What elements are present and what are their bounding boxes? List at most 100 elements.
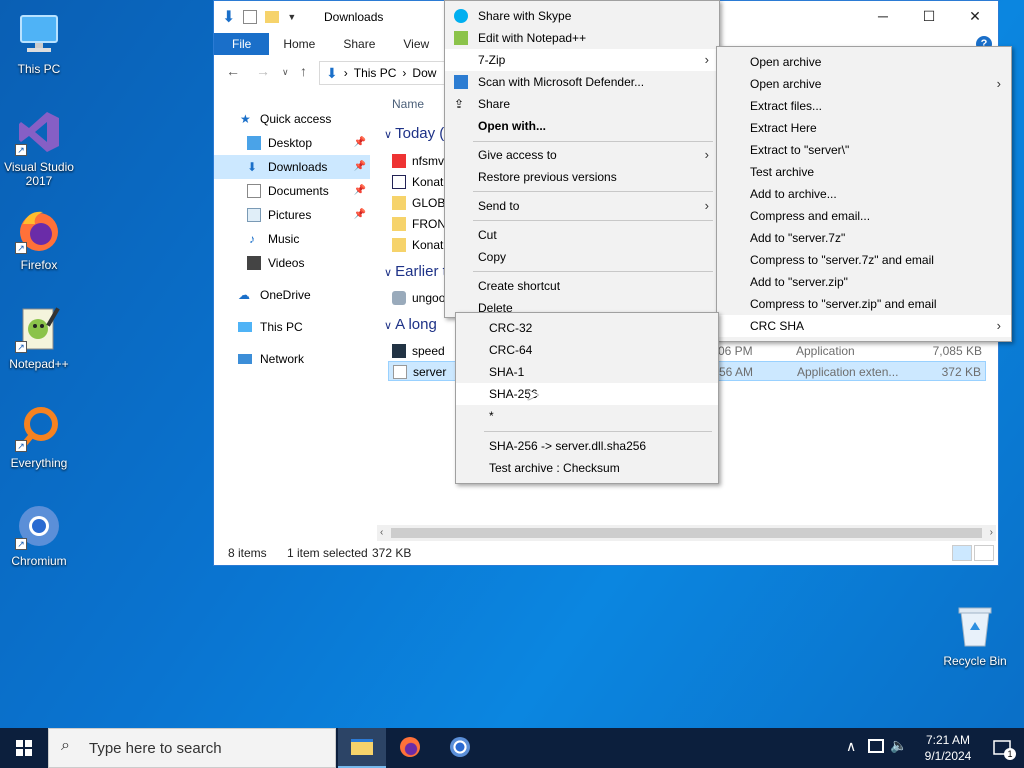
pin-icon[interactable]: 📌 (354, 131, 366, 155)
tab-share[interactable]: Share (329, 33, 389, 55)
group-header-long-ago[interactable]: ∨ A long (384, 316, 437, 333)
maximize-button[interactable]: ☐ (906, 1, 952, 31)
pin-icon[interactable]: 📌 (354, 179, 366, 203)
column-header-name[interactable]: Name (392, 97, 424, 111)
menu-item-send-to[interactable]: Send to › (445, 195, 719, 217)
close-button[interactable]: ✕ (952, 1, 998, 31)
menu-item-extract-files[interactable]: Extract files... (717, 95, 1011, 117)
menu-item-sha256-to-file[interactable]: SHA-256 -> server.dll.sha256 (456, 435, 718, 457)
nav-music[interactable]: ♪ Music (214, 227, 370, 251)
show-hidden-icons-icon[interactable]: ∧ (846, 738, 856, 755)
menu-item-label: Extract to "server\" (750, 143, 850, 157)
nav-downloads[interactable]: ⬇ Downloads 📌 (214, 155, 370, 179)
menu-item-add-to-7z[interactable]: Add to "server.7z" (717, 227, 1011, 249)
menu-item-label: Extract files... (750, 99, 823, 113)
menu-item-crc-sha[interactable]: CRC SHA › (717, 315, 1011, 337)
menu-item-open-archive-sub[interactable]: Open archive › (717, 73, 1011, 95)
up-arrow-icon[interactable]: ↑ (300, 63, 307, 79)
tab-file[interactable]: File (214, 33, 270, 55)
menu-item-defender[interactable]: Scan with Microsoft Defender... (445, 71, 719, 93)
menu-item-label: Open archive (750, 77, 822, 91)
new-folder-icon[interactable] (265, 11, 280, 23)
nav-documents[interactable]: Documents 📌 (214, 179, 370, 203)
desktop-icon-visual-studio[interactable]: ↗ Visual Studio 2017 (1, 108, 77, 188)
menu-item-edit-notepadpp[interactable]: Edit with Notepad++ (445, 27, 719, 49)
menu-item-open-with[interactable]: Open with... (445, 115, 719, 137)
tab-home[interactable]: Home (269, 33, 329, 55)
menu-item-give-access[interactable]: Give access to › (445, 144, 719, 166)
menu-item-copy[interactable]: Copy (445, 246, 719, 268)
taskbar-file-explorer[interactable] (338, 728, 386, 768)
group-header-today[interactable]: ∨ Today ( (384, 125, 444, 142)
start-button[interactable] (0, 728, 48, 768)
nav-quick-access[interactable]: ★ Quick access (214, 107, 370, 131)
scroll-right-icon[interactable]: › (990, 525, 993, 541)
network-icon[interactable] (868, 739, 884, 753)
download-arrow-icon[interactable]: ⬇ (222, 7, 235, 27)
taskbar-search-box[interactable]: ⌕ Type here to search (48, 728, 336, 768)
large-icons-view-button[interactable] (974, 545, 994, 561)
chevron-down-icon[interactable]: ▼ (287, 12, 296, 22)
horizontal-scrollbar[interactable]: ‹ › (377, 525, 996, 541)
menu-item-crc32[interactable]: CRC-32 (456, 317, 718, 339)
menu-item-all-hashes[interactable]: * (456, 405, 718, 427)
nav-this-pc[interactable]: This PC (214, 315, 370, 339)
menu-item-compress-zip-email[interactable]: Compress to "server.zip" and email (717, 293, 1011, 315)
recent-chevron-icon[interactable]: ∨ (282, 67, 289, 78)
executable-icon (392, 154, 406, 168)
taskbar-firefox[interactable] (386, 728, 434, 768)
menu-item-restore-versions[interactable]: Restore previous versions (445, 166, 719, 188)
minimize-button[interactable]: ─ (860, 1, 906, 31)
scroll-left-icon[interactable]: ‹ (380, 525, 383, 541)
menu-item-share[interactable]: ⇪ Share (445, 93, 719, 115)
desktop-icon-recycle-bin[interactable]: Recycle Bin (937, 602, 1013, 668)
menu-item-sha256[interactable]: SHA-256 ➤ (456, 383, 718, 405)
volume-muted-icon[interactable]: 🔈 (890, 737, 907, 754)
menu-item-compress-email[interactable]: Compress and email... (717, 205, 1011, 227)
mouse-cursor-icon: ➤ (526, 387, 540, 404)
menu-item-add-to-zip[interactable]: Add to "server.zip" (717, 271, 1011, 293)
file-name: Konat (412, 238, 444, 252)
menu-item-test-archive[interactable]: Test archive (717, 161, 1011, 183)
notification-center-icon[interactable]: 1 (992, 738, 1016, 760)
menu-item-add-to-archive[interactable]: Add to archive... (717, 183, 1011, 205)
menu-item-compress-7z-email[interactable]: Compress to "server.7z" and email (717, 249, 1011, 271)
menu-item-open-archive[interactable]: Open archive (717, 51, 1011, 73)
menu-item-test-checksum[interactable]: Test archive : Checksum (456, 457, 718, 479)
group-header-earlier[interactable]: ∨ Earlier t (384, 263, 447, 280)
menu-item-extract-to[interactable]: Extract to "server\" (717, 139, 1011, 161)
menu-item-cut[interactable]: Cut (445, 224, 719, 246)
taskbar-chromium[interactable] (436, 728, 484, 768)
forward-arrow-icon[interactable]: → (256, 63, 270, 79)
desktop-icon-notepadpp[interactable]: ↗ Notepad++ (1, 305, 77, 371)
details-view-button[interactable] (952, 545, 972, 561)
nav-network[interactable]: Network (214, 347, 370, 371)
defender-shield-icon (454, 75, 468, 89)
breadcrumb-this-pc[interactable]: This PC (354, 66, 397, 80)
back-arrow-icon[interactable]: ← (226, 63, 240, 79)
nav-desktop[interactable]: Desktop 📌 (214, 131, 370, 155)
menu-item-extract-here[interactable]: Extract Here (717, 117, 1011, 139)
desktop-icon-firefox[interactable]: ↗ Firefox (1, 206, 77, 272)
nav-label: Downloads (268, 160, 328, 174)
pin-icon[interactable]: 📌 (354, 203, 366, 227)
menu-item-create-shortcut[interactable]: Create shortcut (445, 275, 719, 297)
pin-icon[interactable]: 📌 (354, 155, 366, 179)
nav-videos[interactable]: Videos (214, 251, 370, 275)
properties-icon[interactable] (243, 10, 258, 24)
tab-view[interactable]: View (389, 33, 443, 55)
breadcrumb-downloads[interactable]: Dow (412, 66, 436, 80)
clock[interactable]: 7:21 AM 9/1/2024 (918, 732, 978, 764)
menu-item-label: * (489, 409, 494, 423)
menu-item-7zip[interactable]: 7-Zip › (445, 49, 719, 71)
nav-pictures[interactable]: Pictures 📌 (214, 203, 370, 227)
desktop-icon-this-pc[interactable]: This PC (1, 10, 77, 76)
scrollbar-thumb[interactable] (391, 528, 982, 538)
nav-onedrive[interactable]: ☁ OneDrive (214, 283, 370, 307)
desktop-icon-everything[interactable]: ↗ Everything (1, 404, 77, 470)
menu-item-sha1[interactable]: SHA-1 (456, 361, 718, 383)
file-name: server (413, 365, 447, 379)
desktop-icon-chromium[interactable]: ↗ Chromium (1, 502, 77, 568)
menu-item-crc64[interactable]: CRC-64 (456, 339, 718, 361)
menu-item-share-skype[interactable]: Share with Skype (445, 5, 719, 27)
